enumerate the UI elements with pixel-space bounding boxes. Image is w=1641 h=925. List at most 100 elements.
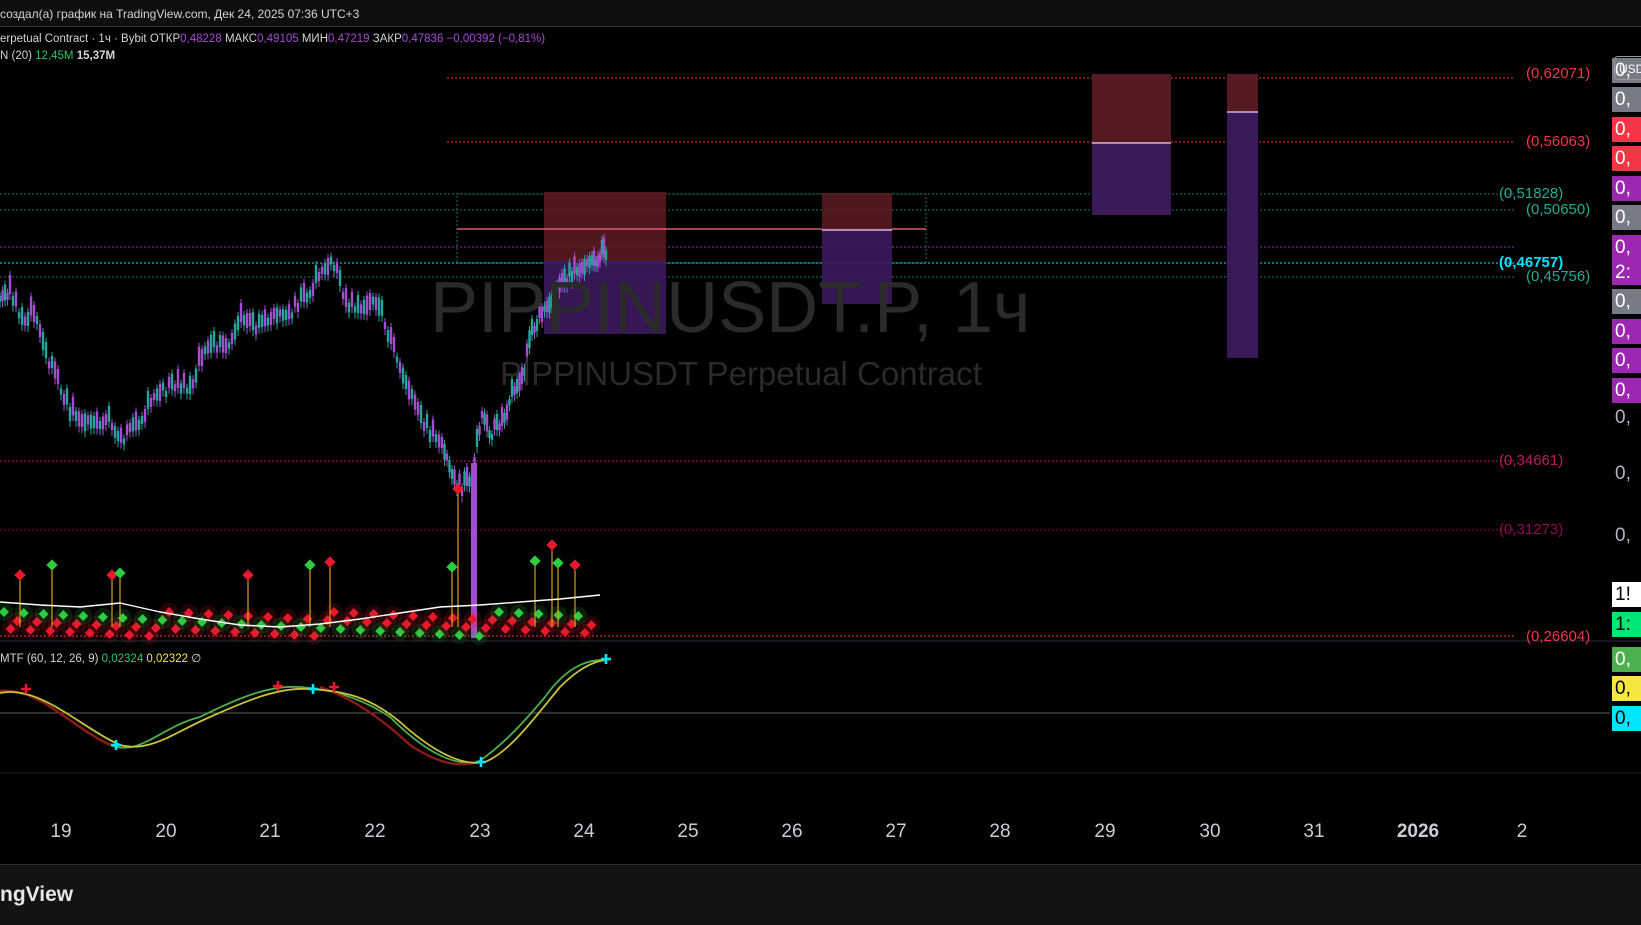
axis-price-label[interactable]: 0, [1612,205,1641,230]
candle-body [47,361,51,369]
candle-body [95,411,99,429]
low-label: МИН [301,33,328,45]
axis-price-label[interactable]: 0, [1612,461,1641,486]
candle-body [263,309,267,327]
candle-body [167,376,171,388]
candle-body [604,250,608,260]
axis-price-label[interactable]: 0, [1612,348,1641,373]
candle-body [83,413,87,432]
ob-box-3-upper[interactable] [1092,74,1171,143]
axis-price-label[interactable]: 0, [1612,289,1641,314]
axis-price-label[interactable]: 0, [1612,523,1641,548]
candle-body [62,394,66,405]
candle-body [480,411,484,418]
ob-box-4-lower[interactable] [1227,112,1258,358]
candle-body [344,288,348,307]
volume-legend[interactable]: N (20) 12,45M 15,37M [0,50,115,62]
ob-box-3-lower[interactable] [1092,143,1171,215]
candle-body [443,443,446,460]
ob-box-4-upper[interactable] [1227,74,1258,112]
candle-body [302,283,306,302]
price-level-label[interactable]: (0,34661) [1499,452,1563,469]
candle-body [299,287,303,302]
axis-price-label[interactable]: 0, [1612,117,1641,142]
candle-body [77,411,81,427]
candle-body [140,416,144,424]
axis-volume-label[interactable]: 1! [1612,582,1641,607]
macd-value: 0,02324 [101,653,144,665]
candle-body [284,310,288,320]
candle-body [56,369,60,384]
axis-price-label[interactable]: 0, [1612,378,1641,403]
time-axis-tick: 24 [573,821,595,842]
candle-body [11,295,15,306]
candle-body [395,356,399,363]
candle-body [89,414,93,429]
axis-price-label[interactable]: 0, [1612,87,1641,112]
time-axis-tick: 21 [259,821,281,842]
candle-body [110,423,114,430]
candle-body [23,316,27,326]
candle-body [65,388,69,405]
candle-body [164,391,168,397]
candle-body [197,346,201,366]
time-axis-tick: 25 [677,821,699,842]
axis-macd-label[interactable]: 0, [1612,706,1641,731]
volume-value: 12,45M [35,50,74,62]
candle-body [20,307,24,325]
close-value: 0,47836 [401,33,444,45]
axis-macd-label[interactable]: 0, [1612,676,1641,701]
candle-body [314,265,318,283]
candle-body [434,434,438,442]
candle-body [585,259,589,266]
candle-body [392,337,396,352]
candle-body [305,292,309,303]
candle-body [26,312,30,326]
candle-body [374,297,378,310]
candle-body [227,342,231,349]
candle-body [218,335,222,347]
candle-body [500,407,504,426]
time-axis-tick: 28 [989,821,1011,842]
axis-price-label[interactable]: 0, [1612,319,1641,344]
time-axis-tick: 2026 [1396,821,1440,842]
candle-body [86,415,90,425]
axis-price-label[interactable]: 0, [1612,146,1641,171]
footer-bar: ngView [0,864,1641,925]
price-level-label[interactable]: (0,62071) [1526,65,1590,82]
price-level-label[interactable]: (0,31273) [1499,521,1563,538]
candle-body [478,426,481,435]
axis-volume-label[interactable]: 1: [1612,612,1641,637]
top-bar: создал(а) график на TradingView.com, Дек… [0,0,1641,27]
ob-box-2-upper[interactable] [822,193,892,230]
price-level-label[interactable]: (0,51828) [1499,185,1563,202]
candle-body [14,291,18,307]
candle-body [251,312,255,331]
chart-area[interactable]: erpetual Contract · 1ч · Bybit ОТКР0,482… [0,27,1641,863]
candle-body [329,256,333,265]
candle-body [416,402,420,415]
candle-body [53,361,57,379]
candle-body [498,423,501,431]
axis-macd-label[interactable]: 0, [1612,647,1641,672]
macd-legend[interactable]: MTF (60, 12, 26, 9) 0,02324 0,02322 ∅ [0,651,201,665]
candle-body [209,334,213,353]
price-level-label[interactable]: (0,50650) [1526,201,1590,218]
price-level-label[interactable]: (0,26604) [1526,628,1590,645]
candle-body [293,295,297,307]
currency-button[interactable]: USD [1614,56,1641,80]
candle-body [359,304,363,314]
symbol-legend[interactable]: erpetual Contract · 1ч · Bybit ОТКР0,482… [0,33,545,45]
candle-body [269,311,273,325]
symbol-line: erpetual Contract · 1ч · Bybit [0,33,147,45]
candle-body [80,414,84,427]
price-level-label[interactable]: (0,45756) [1526,268,1590,285]
price-chart[interactable] [0,27,1641,863]
axis-price-label[interactable]: 0, [1612,235,1641,260]
axis-price-label[interactable]: 0, [1612,176,1641,201]
candle-body [275,307,279,324]
axis-price-label[interactable]: 2: [1612,260,1641,285]
price-level-label[interactable]: (0,56063) [1526,133,1590,150]
candle-body [468,476,471,487]
axis-price-label[interactable]: 0, [1612,405,1641,430]
